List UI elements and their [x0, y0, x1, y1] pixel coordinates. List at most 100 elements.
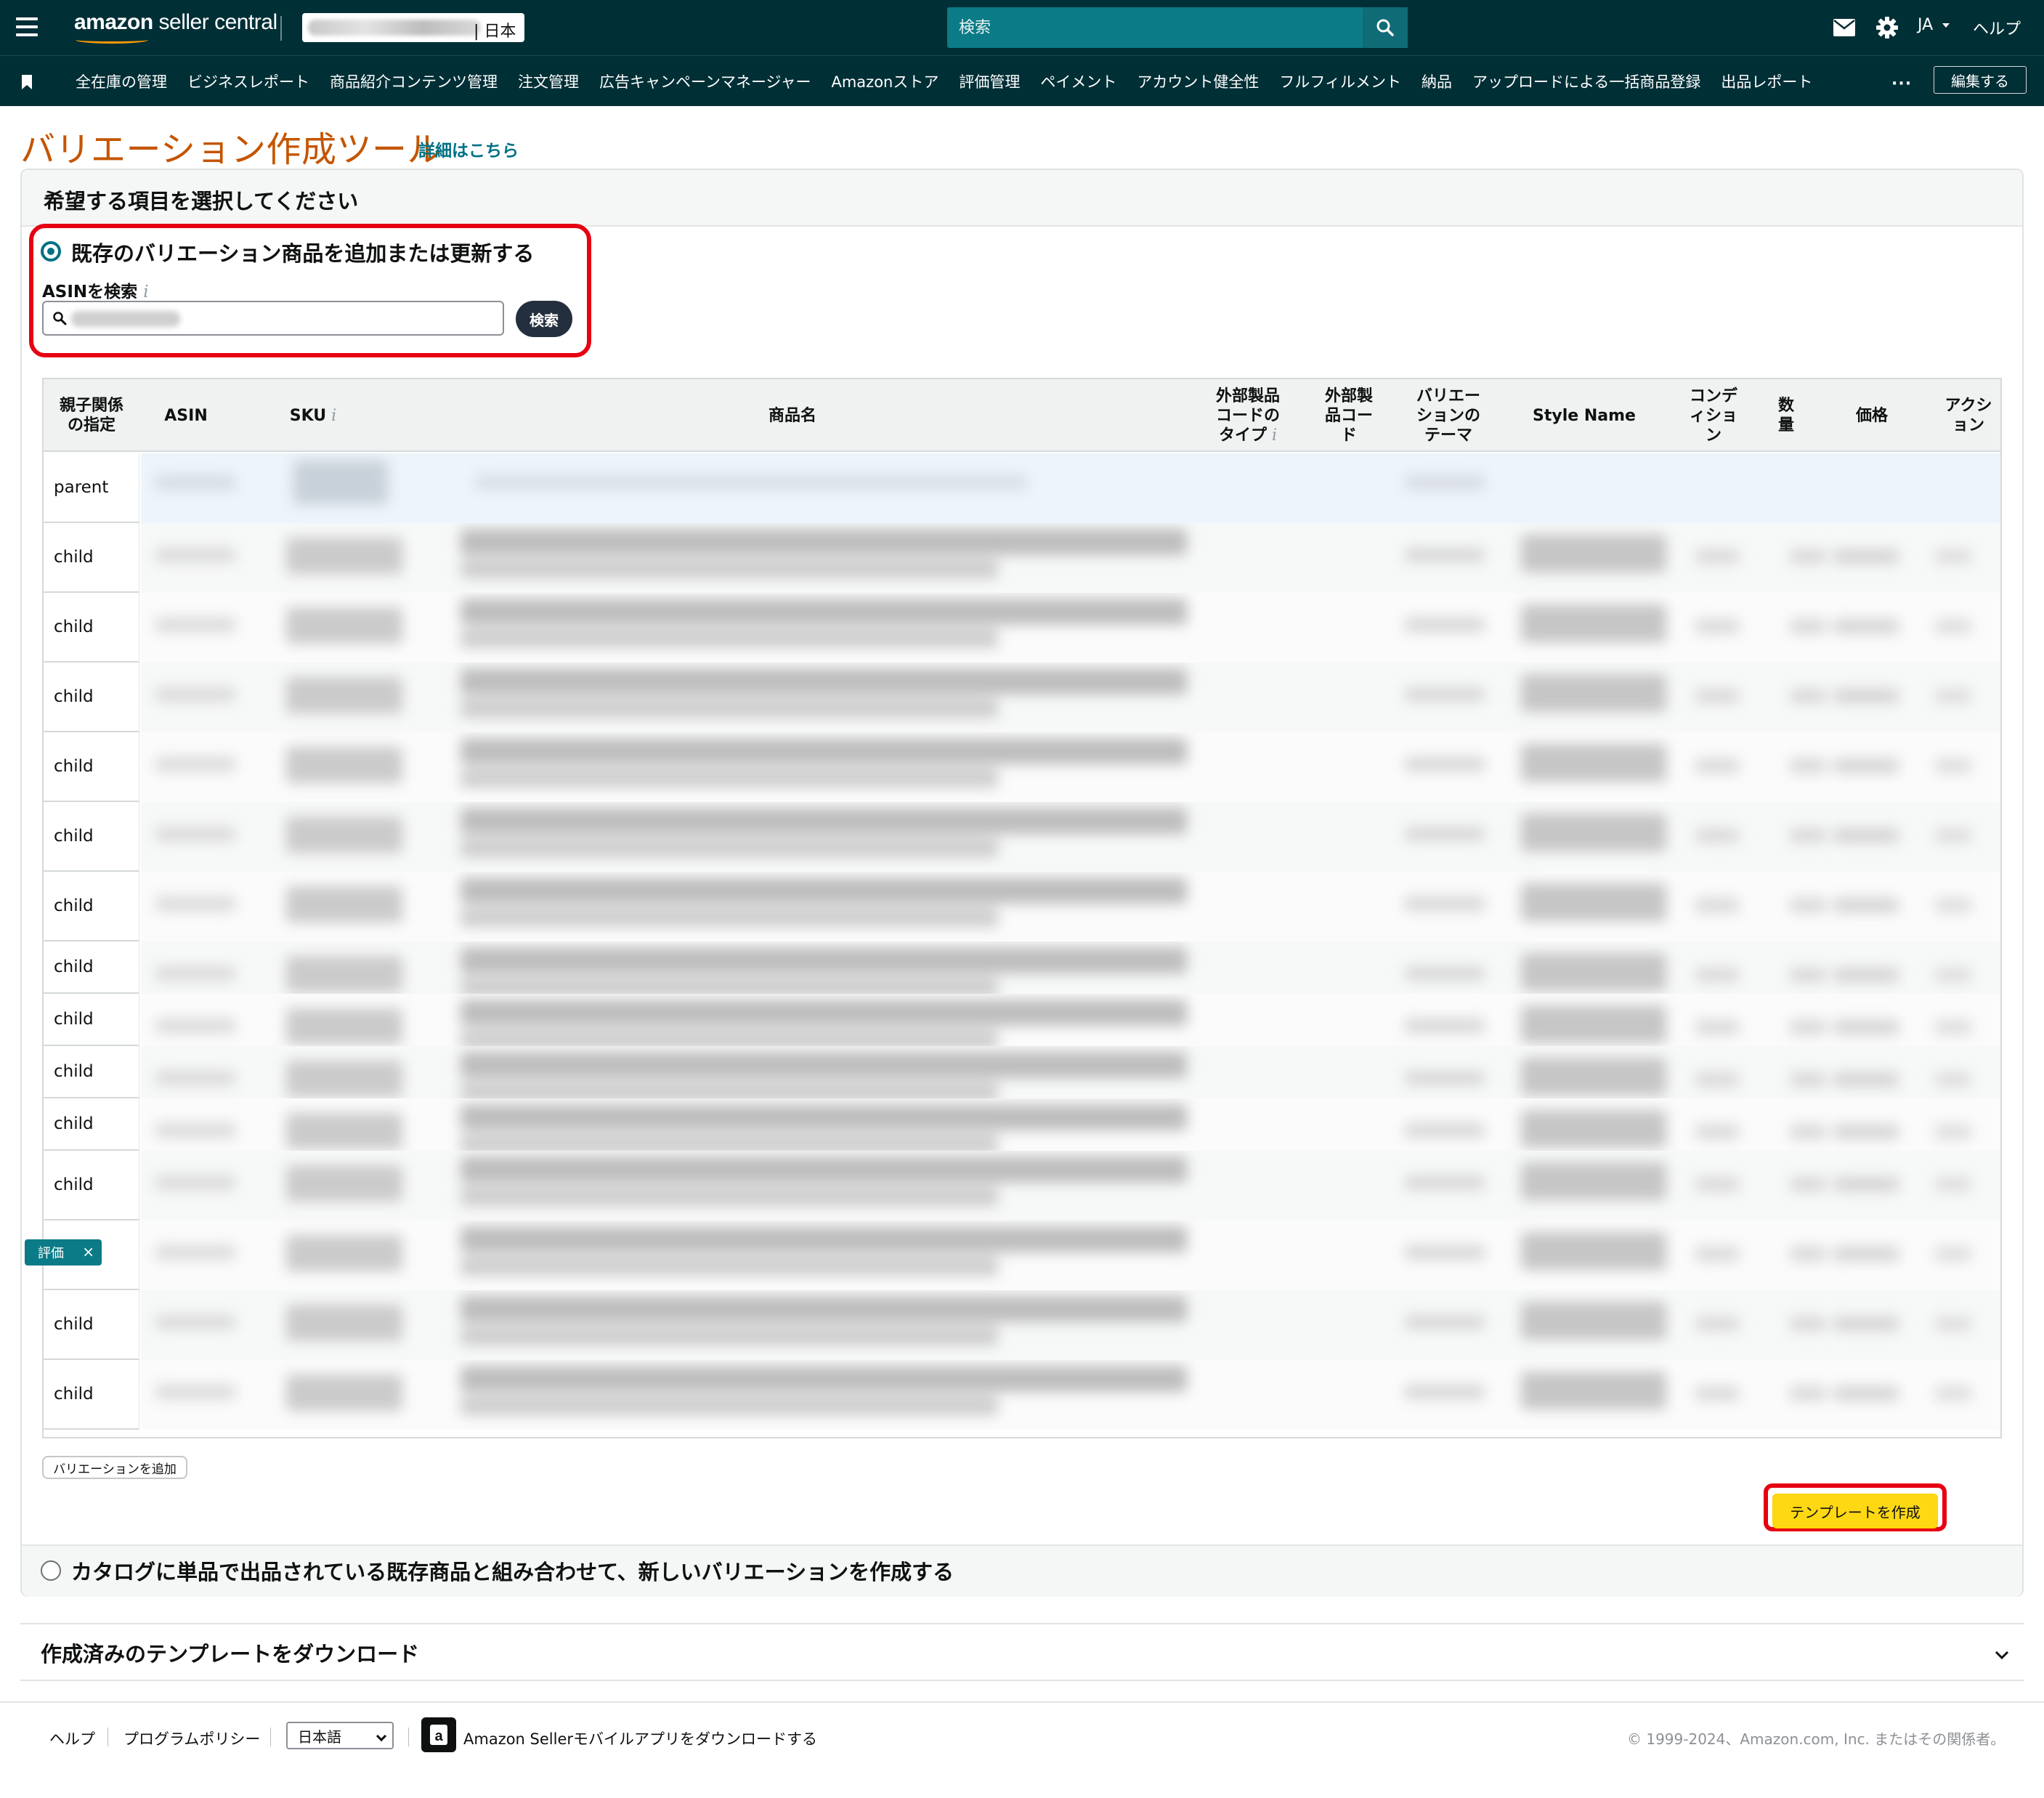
- logo-smile-icon: [76, 36, 148, 44]
- table-row-redacted: [141, 1220, 2000, 1290]
- download-templates-section[interactable]: 作成済みのテンプレートをダウンロード: [20, 1623, 2024, 1681]
- footer-divider: [270, 1728, 271, 1746]
- nav-item-payments[interactable]: ペイメント: [1040, 70, 1116, 92]
- panel-title: 希望する項目を選択してください: [44, 189, 359, 214]
- details-link[interactable]: 詳細はこちら: [418, 137, 519, 161]
- footer-copyright: © 1999-2024、Amazon.com, Inc. またはその関係者。: [1627, 1730, 2006, 1748]
- nav-item-shipments[interactable]: 納品: [1422, 70, 1452, 92]
- table-row-relationship: child: [44, 732, 139, 802]
- footer-app-link[interactable]: Amazon Sellerモバイルアプリをダウンロードする: [463, 1728, 817, 1749]
- col-condition-label: コンデ: [1689, 386, 1737, 405]
- edit-nav-button[interactable]: 編集する: [1934, 66, 2027, 94]
- col-external-id-label: 品コー: [1324, 406, 1373, 425]
- col-external-id-label: 外部製: [1324, 386, 1373, 405]
- chevron-down-icon: [376, 1730, 387, 1742]
- table-row-relationship: child: [44, 941, 139, 994]
- store-name-redacted: [308, 20, 481, 36]
- footer-policy-link[interactable]: プログラムポリシー: [123, 1728, 260, 1749]
- col-variation-theme-header: バリエー ションの テーマ: [1393, 379, 1504, 452]
- col-relationship-label: の指定: [67, 416, 115, 434]
- svg-text:a: a: [434, 1728, 443, 1744]
- language-selector[interactable]: JA: [1918, 16, 1951, 34]
- nav-item-bulk-upload[interactable]: アップロードによる一括商品登録: [1472, 70, 1700, 92]
- global-search-input[interactable]: [947, 7, 1364, 48]
- col-action-label: ョン: [1952, 416, 1984, 434]
- asin-search-button[interactable]: 検索: [516, 301, 572, 337]
- search-icon: [53, 312, 67, 325]
- nav-item-fulfillment[interactable]: フルフィルメント: [1279, 70, 1401, 92]
- table-row-redacted: [141, 1151, 2000, 1220]
- col-external-id-type-label: 外部製品: [1215, 386, 1280, 405]
- seller-central-logo[interactable]: amazon seller central: [74, 10, 277, 44]
- col-action-header: アクシ ョン: [1934, 379, 2000, 452]
- store-selector[interactable]: | 日本: [302, 13, 524, 42]
- table-row-redacted: [141, 1290, 2000, 1360]
- chevron-down-icon: [1942, 23, 1950, 28]
- nav-item-amazon-stores[interactable]: Amazonストア: [831, 70, 938, 92]
- table-row-redacted: [141, 1098, 2000, 1151]
- table-row-redacted: [141, 1360, 2000, 1430]
- nav-bar: 全在庫の管理 ビジネスレポート 商品紹介コンテンツ管理 注文管理 広告キャンペー…: [0, 55, 2044, 106]
- option2-radio[interactable]: [41, 1560, 61, 1581]
- table-row-relationship: child: [44, 1046, 139, 1098]
- amazon-app-icon[interactable]: a: [421, 1717, 456, 1752]
- col-variation-theme-label: バリエー: [1416, 386, 1480, 405]
- top-header: amazon seller central | 日本 JA ヘルプ: [0, 0, 2044, 55]
- search-button[interactable]: [1363, 7, 1408, 48]
- col-condition-label: ン: [1705, 426, 1721, 445]
- col-quantity-label: 量: [1777, 416, 1794, 434]
- table-row-relationship: child: [44, 663, 139, 732]
- search-icon: [1376, 19, 1394, 36]
- nav-item-feedback[interactable]: 評価管理: [959, 70, 1020, 92]
- nav-item-inventory[interactable]: 全在庫の管理: [76, 70, 167, 92]
- col-sku-header: SKU i: [232, 379, 394, 452]
- rating-tag[interactable]: 評価 ×: [25, 1239, 102, 1266]
- footer-divider: [408, 1728, 409, 1746]
- nav-item-inventory-reports[interactable]: 出品レポート: [1721, 70, 1812, 92]
- mail-icon[interactable]: [1833, 19, 1855, 36]
- col-condition-header: コンデ ィション: [1665, 379, 1762, 452]
- table-row-relationship: child: [44, 523, 139, 593]
- table-row-redacted: [141, 1046, 2000, 1098]
- nav-item-campaign-manager[interactable]: 広告キャンペーンマネージャー: [599, 70, 811, 92]
- nav-item-orders[interactable]: 注文管理: [518, 70, 579, 92]
- option1-radio[interactable]: [41, 241, 61, 262]
- gear-icon[interactable]: [1875, 16, 1899, 39]
- more-icon[interactable]: ···: [1891, 75, 1912, 93]
- col-external-id-type-label: タイプ i: [1218, 426, 1278, 445]
- add-variation-button[interactable]: バリエーションを追加: [42, 1456, 187, 1479]
- table-row-redacted: [141, 593, 2000, 663]
- footer: ヘルプ プログラムポリシー 日本語 a Amazon Sellerモバイルアプリ…: [0, 1701, 2044, 1759]
- nav-item-business-reports[interactable]: ビジネスレポート: [187, 70, 309, 92]
- chevron-down-icon[interactable]: [1993, 1646, 2011, 1664]
- table-row-redacted: [141, 872, 2000, 941]
- col-quantity-label: 数: [1777, 397, 1794, 415]
- table-header: 親子関係 の指定 ASIN SKU i 商品名 外部製品 コードの タイプ i 外部製 品コードバ…: [44, 379, 2000, 452]
- header-help-link[interactable]: ヘルプ: [1973, 16, 2021, 39]
- header-divider: [280, 16, 282, 41]
- col-product-name-label: 商品名: [768, 406, 816, 425]
- global-search: [947, 7, 1408, 48]
- option1-label[interactable]: 既存のバリエーション商品を追加または更新する: [71, 237, 534, 267]
- col-style-name-header: Style Name: [1504, 379, 1665, 452]
- table-row-relationship: child: [44, 802, 139, 872]
- info-icon[interactable]: i: [326, 407, 336, 425]
- table-row-redacted: [141, 802, 2000, 872]
- table-row-relationship: child: [44, 1151, 139, 1220]
- close-icon[interactable]: ×: [82, 1243, 94, 1260]
- option2-label[interactable]: カタログに単品で出品されている既存商品と組み合わせて、新しいバリエーションを作成…: [71, 1555, 954, 1586]
- table-row-relationship: child: [44, 872, 139, 941]
- asin-search-input[interactable]: [42, 301, 504, 336]
- footer-language-select[interactable]: 日本語: [286, 1722, 394, 1749]
- hamburger-icon[interactable]: [16, 17, 38, 38]
- info-icon[interactable]: i: [143, 283, 148, 301]
- nav-item-account-health[interactable]: アカウント健全性: [1137, 70, 1259, 92]
- col-variation-theme-label: ションの: [1416, 406, 1480, 425]
- nav-item-a-plus-content[interactable]: 商品紹介コンテンツ管理: [330, 70, 498, 92]
- bookmark-icon[interactable]: [22, 75, 32, 89]
- asin-value-redacted: [71, 311, 180, 327]
- footer-help-link[interactable]: ヘルプ: [49, 1728, 95, 1749]
- create-template-button[interactable]: テンプレートを作成: [1772, 1494, 1938, 1528]
- col-external-id-type-label: コードの: [1215, 406, 1280, 425]
- info-icon[interactable]: i: [1267, 426, 1277, 445]
